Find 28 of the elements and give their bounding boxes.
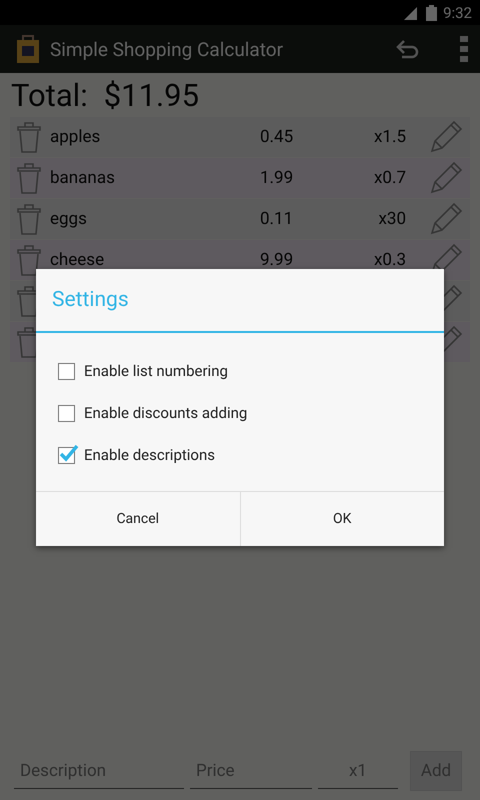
item-name: bananas [50,168,116,188]
dialog-title: Settings [52,288,129,312]
item-price: 1.99 [260,168,294,188]
item-quantity: x30 [377,209,406,229]
item-name: apples [50,127,102,147]
battery-icon [426,4,438,20]
option-label: Enable list numbering [84,362,228,380]
status-time: 9:32 [443,4,472,22]
item-price: 0.11 [260,209,294,229]
total-label: Total: [11,76,88,114]
checkbox[interactable] [58,404,75,422]
option-label: Enable descriptions [84,446,216,464]
total-value: $11.95 [104,76,200,114]
item-quantity: x1.5 [372,127,406,147]
item-price: 0.45 [260,127,294,147]
trash-can-icon[interactable] [16,243,42,277]
app-title: Simple Shopping Calculator [50,38,284,60]
overflow-menu-icon[interactable] [460,36,468,62]
item-quantity: x0.3 [372,250,406,270]
option-label: Enable discounts adding [84,404,248,422]
item-quantity: x0.7 [372,168,406,188]
item-price: 9.99 [260,250,294,270]
checkbox[interactable] [58,362,75,380]
cancel-button[interactable]: Cancel [36,492,240,546]
item-name: cheese [50,250,106,270]
ok-button[interactable]: OK [240,492,444,546]
undo-icon[interactable] [396,39,420,59]
item-name: eggs [50,209,88,229]
